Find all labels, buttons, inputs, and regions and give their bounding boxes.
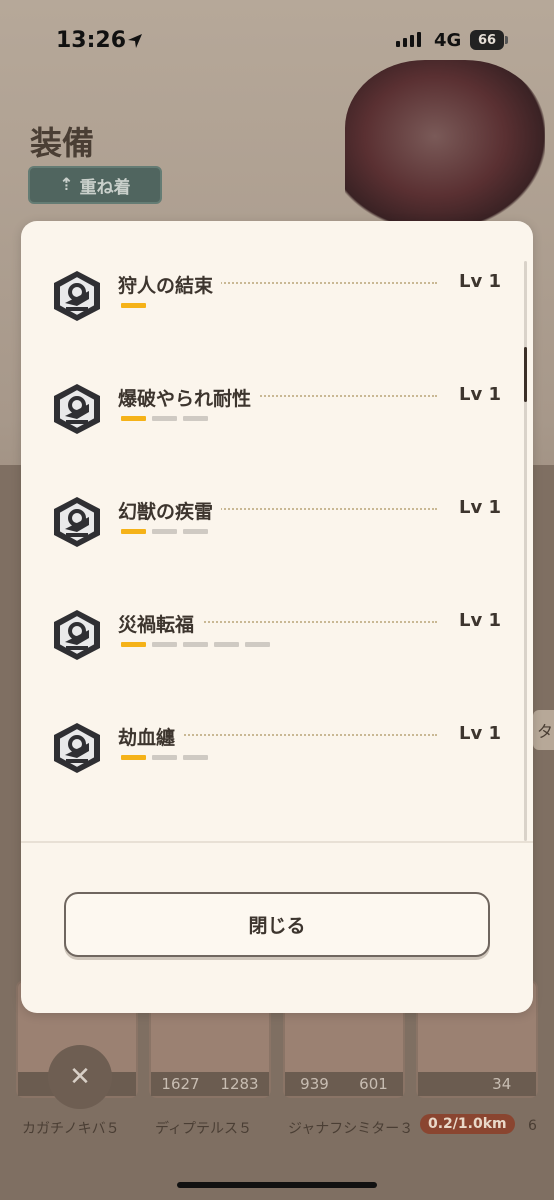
- page-title: 装備: [30, 124, 95, 162]
- weapon-name: ジャナフシミター３: [288, 1121, 414, 1137]
- shirt-icon: ⇡: [59, 175, 74, 195]
- home-indicator[interactable]: [177, 1182, 377, 1188]
- divider: [21, 841, 533, 843]
- skill-list[interactable]: 狩人の結束 Lv 1 爆破やられ耐性 Lv 1 幻獣の疾雷 Lv 1 災禍転福 …: [21, 221, 533, 841]
- character-portrait: [345, 60, 545, 230]
- level-bar-filled: [121, 416, 146, 421]
- location-arrow-icon: [128, 34, 142, 48]
- network-type: 4G: [434, 30, 462, 51]
- layered-armor-button[interactable]: ⇡ 重ね着: [28, 166, 162, 204]
- skill-row: 劫血纏 Lv 1: [21, 721, 533, 811]
- level-bar-empty: [152, 642, 177, 647]
- level-bar-empty: [183, 529, 208, 534]
- skill-jewel-icon: [54, 723, 100, 773]
- skill-name: 狩人の結束: [118, 271, 222, 298]
- skill-name: 幻獣の疾雷: [118, 497, 222, 524]
- weapon-name: 6: [528, 1118, 537, 1134]
- skill-name: 災禍転福: [118, 610, 203, 637]
- skill-row: 爆破やられ耐性 Lv 1: [21, 382, 533, 472]
- status-time: 13:26: [56, 28, 127, 53]
- level-bar-empty: [152, 529, 177, 534]
- level-bars: [121, 416, 208, 421]
- skill-jewel-icon: [54, 384, 100, 434]
- close-circle-icon[interactable]: ✕: [48, 1045, 112, 1109]
- level-bar-empty: [152, 416, 177, 421]
- skill-level: Lv 1: [453, 497, 501, 518]
- level-bars: [121, 642, 270, 647]
- level-bar-empty: [245, 642, 270, 647]
- skill-row: 幻獣の疾雷 Lv 1: [21, 495, 533, 585]
- status-bar: 13:26 4G 66: [0, 0, 554, 80]
- level-bar-filled: [121, 529, 146, 534]
- level-bar-empty: [214, 642, 239, 647]
- skill-level: Lv 1: [453, 384, 501, 405]
- level-bar-empty: [183, 755, 208, 760]
- level-bars: [121, 303, 146, 308]
- skill-level: Lv 1: [453, 610, 501, 631]
- level-bar-empty: [152, 755, 177, 760]
- skill-level: Lv 1: [453, 723, 501, 744]
- skill-name: 爆破やられ耐性: [118, 384, 260, 411]
- scrollbar-thumb[interactable]: [524, 347, 527, 402]
- level-bar-filled: [121, 303, 146, 308]
- level-bar-filled: [121, 755, 146, 760]
- level-bars: [121, 529, 208, 534]
- level-bar-empty: [183, 642, 208, 647]
- skill-jewel-icon: [54, 497, 100, 547]
- scrollbar[interactable]: [524, 261, 527, 841]
- signal-icon: [396, 32, 421, 47]
- distance-badge: 0.2/1.0km: [420, 1114, 515, 1134]
- skill-name: 劫血纏: [118, 723, 184, 750]
- close-button[interactable]: 閉じる: [64, 892, 490, 957]
- layered-armor-label: 重ね着: [79, 177, 131, 198]
- skill-row: 災禍転福 Lv 1: [21, 608, 533, 698]
- weapon-name: ディプテルス５: [155, 1121, 253, 1137]
- level-bar-empty: [183, 416, 208, 421]
- skills-modal: 狩人の結束 Lv 1 爆破やられ耐性 Lv 1 幻獣の疾雷 Lv 1 災禍転福 …: [21, 221, 533, 1013]
- battery-icon: 66: [470, 30, 508, 50]
- battery-level: 66: [470, 30, 504, 50]
- skill-row: 狩人の結束 Lv 1: [21, 269, 533, 359]
- level-bar-filled: [121, 642, 146, 647]
- skill-jewel-icon: [54, 610, 100, 660]
- side-tab[interactable]: タ: [533, 710, 554, 750]
- skill-level: Lv 1: [453, 271, 501, 292]
- level-bars: [121, 755, 208, 760]
- skill-jewel-icon: [54, 271, 100, 321]
- weapon-name: カガチノキバ５: [22, 1121, 120, 1137]
